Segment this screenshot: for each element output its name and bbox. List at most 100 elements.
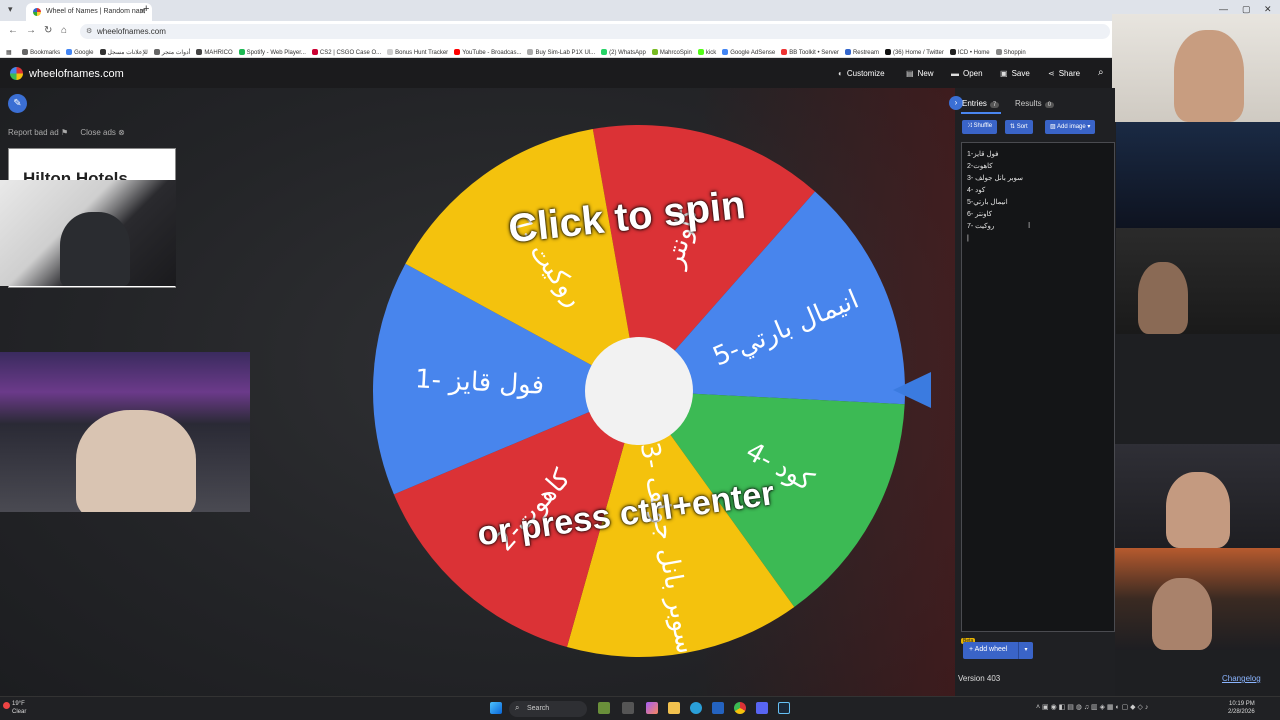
report-bad-ad-link[interactable]: Report bad ad <box>8 128 59 137</box>
explorer-icon[interactable] <box>668 702 680 714</box>
bookmark-item[interactable]: Buy Sim-Lab P1X Ul... <box>527 49 595 56</box>
menu-save[interactable]: ▣ Save <box>1000 69 1030 78</box>
bookmark-favicon-icon <box>722 49 729 55</box>
bookmark-item[interactable]: (2) WhatsApp <box>601 49 646 56</box>
add-wheel-dropdown-icon[interactable]: ▾ <box>1018 642 1033 659</box>
tab-entries[interactable]: Entries 7 <box>962 99 1000 108</box>
edge-icon[interactable] <box>690 702 702 714</box>
close-circle-icon[interactable]: ⊗ <box>118 128 125 137</box>
bookmark-item[interactable]: BB Toolkit • Server <box>781 49 839 56</box>
bookmark-label: Spotify - Web Player... <box>246 50 306 56</box>
bookmark-item[interactable]: Spotify - Web Player... <box>238 49 306 56</box>
add-wheel-button[interactable]: + Add wheel ▾ <box>963 642 1033 659</box>
bookmark-favicon-icon <box>995 49 1002 55</box>
add-image-button[interactable]: ▨ Add image ▾ <box>1045 120 1096 134</box>
entry-line[interactable]: 4- كود <box>967 185 1114 197</box>
bookmark-item[interactable]: Google <box>66 49 94 56</box>
entry-line[interactable]: 6- كاونتر <box>967 209 1114 221</box>
bookmark-item[interactable]: (36) Home / Twitter <box>884 49 944 56</box>
changelog-link[interactable]: Changelog <box>1222 674 1261 683</box>
bookmark-item[interactable]: MahrcoSpin <box>651 49 692 56</box>
bookmark-label: Bookmarks <box>30 50 61 56</box>
wheel-center-hub[interactable] <box>585 337 693 445</box>
menu-open[interactable]: ▬ Open <box>951 69 983 78</box>
bookmark-item[interactable]: Google AdSense <box>722 49 775 56</box>
bookmark-item[interactable]: Restream <box>844 49 879 56</box>
shuffle-button[interactable]: ⤨ Shuffle <box>962 120 998 134</box>
tab-results[interactable]: Results 0 <box>1015 99 1055 108</box>
bookmark-item[interactable]: MAHRICO <box>196 49 233 56</box>
bookmark-label: YouTube - Broadcas... <box>462 50 522 56</box>
widgets-icon[interactable] <box>598 702 610 714</box>
taskbar-search-label: Search <box>527 705 550 712</box>
bookmark-favicon-icon <box>153 49 160 55</box>
copilot-icon[interactable] <box>646 702 658 714</box>
bookmark-item[interactable]: kick <box>697 49 716 56</box>
menu-customize[interactable]: ◐ Customize <box>838 69 885 78</box>
share-icon: ⋖ <box>1048 69 1055 78</box>
active-tab-indicator <box>961 112 1001 114</box>
sort-button[interactable]: ⇅ Sort <box>1005 120 1033 134</box>
taskbar-clock[interactable]: 10:19 PM 2/28/2026 <box>1228 700 1255 716</box>
browser-tab[interactable]: Wheel of Names | Random nam ✕ <box>26 3 152 21</box>
results-count-badge: 0 <box>1044 102 1055 108</box>
weather-icon <box>3 702 10 709</box>
entries-textarea[interactable]: I فول قايز-1 كاهوت-2 3- سوبر بانل جولف 4- ك… <box>961 142 1115 632</box>
bookmark-item[interactable]: Shoppin <box>995 49 1026 56</box>
steam-icon[interactable] <box>778 702 790 714</box>
bookmark-label: للإعلانات مسجل <box>107 50 148 56</box>
site-info-icon[interactable]: ⚙ <box>86 27 92 35</box>
bookmark-item[interactable]: للإعلانات مسجل <box>99 49 148 56</box>
brand-link[interactable]: wheelofnames.com <box>10 67 124 80</box>
wheel-segment-label: 1- فول قايز <box>414 364 544 400</box>
bookmark-favicon-icon <box>311 49 318 55</box>
url-input[interactable]: ⚙ wheelofnames.com <box>80 24 1110 39</box>
wheel-logo-icon <box>10 67 23 80</box>
bookmark-label: (36) Home / Twitter <box>892 50 944 56</box>
reload-icon[interactable]: ↻ <box>44 25 52 36</box>
minimize-icon[interactable]: — <box>1219 4 1228 14</box>
entry-line[interactable]: 3- سوبر بانل جولف <box>967 173 1114 185</box>
bookmark-item[interactable]: Bookmarks <box>22 49 60 56</box>
bookmark-item[interactable]: CS2 | CSGO Case O... <box>311 49 381 56</box>
home-icon[interactable]: ⌂ <box>61 25 67 36</box>
chrome-icon[interactable] <box>734 702 746 714</box>
tab-list-icon[interactable]: ▾ <box>8 4 13 15</box>
add-wheel-label: Add wheel <box>974 646 1008 653</box>
tab-results-label: Results <box>1015 99 1042 108</box>
close-ads-link[interactable]: Close ads <box>80 128 116 137</box>
new-tab-button[interactable]: + <box>143 3 149 15</box>
entry-line[interactable]: 7- روكيت <box>967 221 1114 233</box>
weather-widget[interactable]: 19°F Clear <box>3 700 26 716</box>
apps-icon[interactable]: ▦ <box>6 49 12 56</box>
clock-time: 10:19 PM <box>1229 701 1255 707</box>
taskview-icon[interactable] <box>622 702 634 714</box>
entry-line[interactable]: فول قايز-1 <box>967 149 1114 161</box>
system-tray-icons[interactable]: ˄ ▣ ◉ ◧ ▤ ◍ ♫ ▥ ◈ ▦ ◐ ▢ ◆ ◇ ♪ <box>1036 703 1148 711</box>
store-icon[interactable] <box>712 702 724 714</box>
entry-line[interactable]: كاهوت-2 <box>967 161 1114 173</box>
webcam-person-1 <box>60 212 130 286</box>
version-label: Version 403 <box>958 674 1001 683</box>
back-icon[interactable]: ← <box>8 25 18 36</box>
entry-line[interactable]: انيمال بارتي-5 <box>967 197 1114 209</box>
forward-icon[interactable]: → <box>26 25 36 36</box>
taskbar-search[interactable]: ⌕ Search <box>509 701 587 717</box>
bookmark-label: Buy Sim-Lab P1X Ul... <box>535 50 596 56</box>
bookmark-favicon-icon <box>66 49 73 55</box>
bookmark-item[interactable]: Bonus Hunt Tracker <box>387 49 448 56</box>
url-text: wheelofnames.com <box>97 27 166 36</box>
edit-pencil-button[interactable]: ✎ <box>8 94 27 113</box>
collapse-panel-icon[interactable]: › <box>949 96 963 110</box>
webcam-person-5 <box>1138 262 1188 334</box>
bookmark-item[interactable]: أدوات متجر <box>153 49 190 56</box>
bookmark-item[interactable]: YouTube - Broadcas... <box>454 49 521 56</box>
site-header: wheelofnames.com ◐ Customize ▤ New ▬ Open ▣… <box>0 60 1280 88</box>
menu-share[interactable]: ⋖ Share <box>1048 69 1080 78</box>
discord-icon[interactable] <box>756 702 768 714</box>
panel-tabs: › Entries 7 Results 0 <box>949 96 1115 114</box>
start-icon[interactable] <box>490 702 502 714</box>
menu-new[interactable]: ▤ New <box>906 69 934 78</box>
search-icon[interactable]: ⌕ <box>1098 67 1104 78</box>
bookmark-item[interactable]: ICD • Home <box>949 49 990 56</box>
